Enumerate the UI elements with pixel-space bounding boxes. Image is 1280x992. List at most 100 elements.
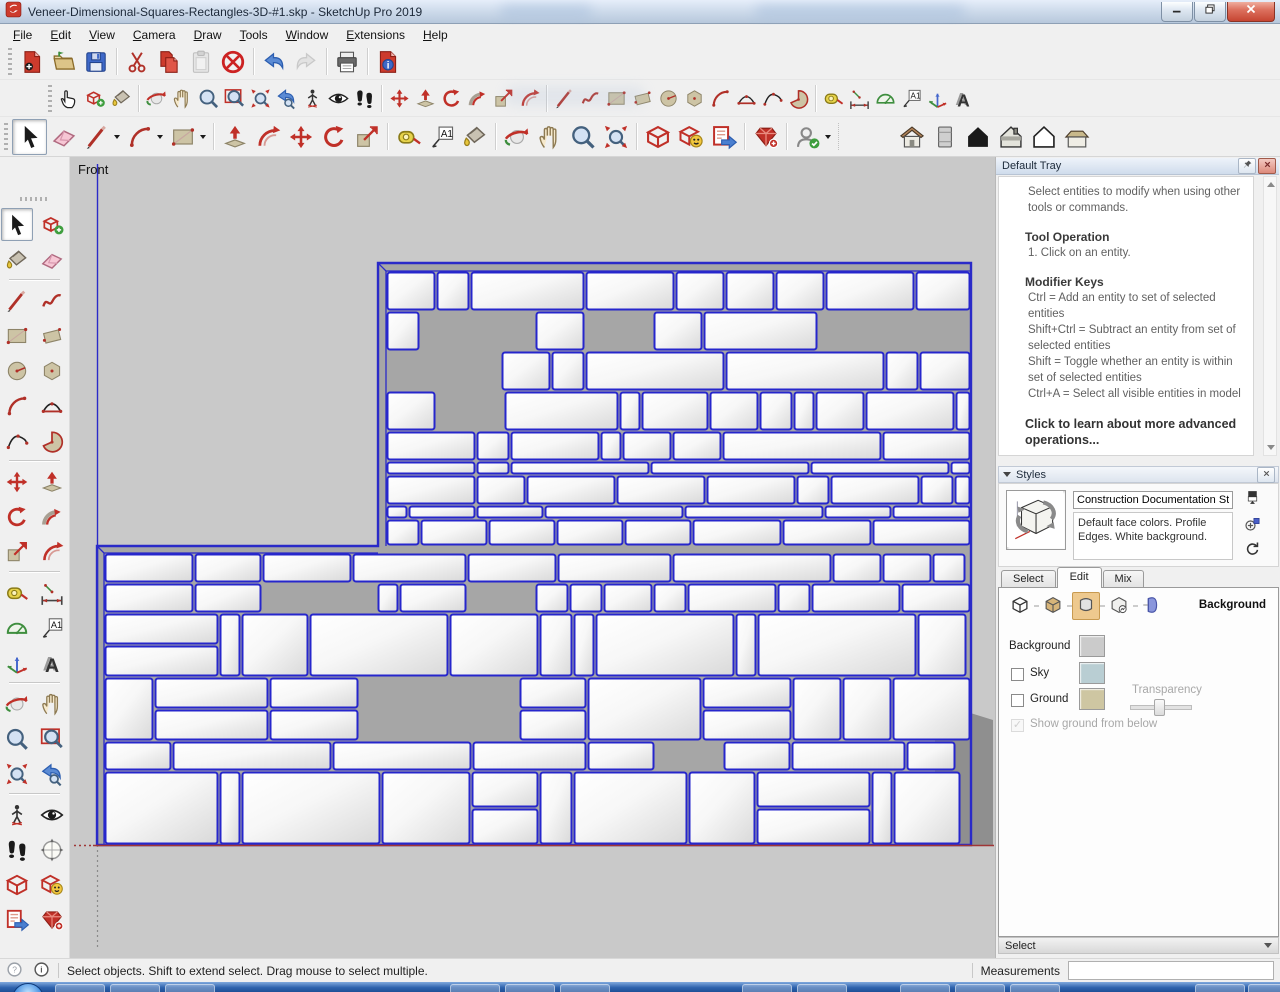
model-tile[interactable] [815, 391, 865, 431]
tb2-button-zoom-previous[interactable] [273, 84, 299, 113]
model-tile[interactable] [104, 741, 172, 771]
rail-button-zoom-window[interactable] [37, 723, 67, 754]
ground-checkbox[interactable] [1011, 694, 1024, 707]
tb2-button-circle[interactable] [655, 84, 681, 113]
model-tile[interactable] [919, 351, 971, 391]
rail-button-axes[interactable] [2, 647, 32, 678]
tb1-button-redo[interactable] [290, 46, 322, 78]
model-tile[interactable] [622, 431, 672, 461]
model-tile[interactable] [791, 741, 906, 771]
model-tile[interactable] [476, 505, 544, 519]
help-icon[interactable]: ? [6, 961, 23, 981]
scroll-down-arrow-icon[interactable] [1267, 445, 1275, 450]
edge-settings-button[interactable] [1006, 592, 1034, 620]
model-tile[interactable] [573, 613, 595, 677]
measurements-input[interactable] [1068, 961, 1274, 980]
rail-button-walk[interactable] [2, 834, 32, 865]
tb2-button-offset[interactable] [516, 84, 542, 113]
tb2-button-tape-measure[interactable] [820, 84, 846, 113]
model-tile[interactable] [104, 771, 219, 845]
tb2-button-pan[interactable] [169, 84, 195, 113]
instructor-scrollbar[interactable] [1263, 176, 1277, 456]
model-tile[interactable] [436, 271, 470, 311]
toolbar-handle[interactable] [4, 123, 8, 150]
styles-section-header[interactable]: Styles [998, 466, 1279, 483]
model-tile[interactable] [104, 583, 194, 613]
tb2-button-paint-bucket[interactable] [108, 84, 134, 113]
model-tile[interactable] [653, 311, 703, 351]
rail-button-move[interactable] [2, 466, 32, 497]
model-tile[interactable] [535, 583, 569, 613]
model-tile[interactable] [386, 271, 436, 311]
transparency-slider-thumb[interactable] [1154, 699, 1165, 716]
model-tile[interactable] [519, 709, 587, 741]
background-settings-button[interactable] [1072, 592, 1100, 620]
styles-close-button[interactable] [1257, 466, 1275, 483]
menu-edit[interactable]: Edit [41, 26, 80, 44]
model-tile[interactable] [476, 475, 526, 505]
menu-tools[interactable]: Tools [231, 26, 277, 44]
model-tile[interactable] [573, 771, 688, 845]
model-tile[interactable] [172, 741, 332, 771]
model-tile[interactable] [901, 583, 971, 613]
model-tile[interactable] [687, 583, 777, 613]
face-settings-button[interactable] [1039, 592, 1067, 620]
model-tile[interactable] [556, 519, 624, 546]
model-tile[interactable] [194, 553, 262, 583]
tb2-button-pie[interactable] [785, 84, 811, 113]
tb2-button-rectangle[interactable] [603, 84, 629, 113]
model-tile[interactable] [377, 583, 399, 613]
tb3-button-select[interactable] [12, 118, 47, 155]
taskbar-app-button[interactable] [900, 984, 950, 992]
model-tile[interactable] [551, 351, 585, 391]
model-tile[interactable] [950, 461, 971, 475]
tb3-button-sign-in[interactable] [791, 120, 824, 154]
model-tile[interactable] [782, 519, 872, 546]
model-tile[interactable] [488, 519, 556, 546]
tray-pin-button[interactable] [1238, 158, 1256, 174]
model-tile[interactable] [476, 431, 510, 461]
model-tile[interactable] [569, 583, 603, 613]
model-tile[interactable] [865, 391, 955, 431]
model-tile[interactable] [906, 741, 956, 771]
tb3-button-arc[interactable] [123, 120, 156, 154]
model-tile[interactable] [262, 553, 352, 583]
rail-button-rotated-rectangle[interactable] [37, 320, 67, 351]
model-tile[interactable] [688, 771, 756, 845]
ground-swatch[interactable] [1079, 688, 1105, 710]
model-tile[interactable] [154, 677, 269, 709]
model-tile[interactable] [777, 583, 811, 613]
tb3-button-rotate[interactable] [317, 120, 350, 154]
tb2-button-rotated-rectangle[interactable] [629, 84, 655, 113]
model-tile[interactable] [892, 505, 971, 519]
model-tile[interactable] [832, 553, 882, 583]
style-thumbnail[interactable] [1006, 490, 1066, 550]
rail-button-push-pull[interactable] [37, 466, 67, 497]
model-tile[interactable] [603, 583, 653, 613]
update-style-button[interactable] [1242, 540, 1262, 560]
info-icon[interactable]: i [33, 961, 50, 981]
model-tile[interactable] [309, 613, 449, 677]
rail-button-section-plane[interactable] [37, 834, 67, 865]
model-tile[interactable] [194, 583, 262, 613]
rail-button-look-around[interactable] [37, 799, 67, 830]
tb1-button-print[interactable] [331, 46, 363, 78]
model-tile[interactable] [585, 271, 675, 311]
tb3-button-3d-warehouse[interactable] [641, 120, 674, 154]
model-tile[interactable] [386, 311, 420, 351]
tb3-button-view-iso[interactable] [895, 120, 928, 154]
model-tile[interactable] [796, 475, 830, 505]
model-tile[interactable] [587, 741, 655, 771]
rail-button-eraser[interactable] [37, 244, 67, 275]
model-tile[interactable] [510, 461, 650, 475]
model-tile[interactable] [471, 771, 539, 808]
tb1-button-erase[interactable] [217, 46, 249, 78]
model-tile[interactable] [467, 553, 557, 583]
model-tile[interactable] [775, 271, 825, 311]
rail-button-position-camera[interactable] [2, 799, 32, 830]
tb2-button-axes[interactable] [924, 84, 950, 113]
rail-button-extension-warehouse[interactable] [37, 869, 67, 900]
model-tile[interactable] [535, 311, 585, 351]
tb2-button-select-hand[interactable] [56, 84, 82, 113]
model-tile[interactable] [702, 677, 792, 709]
